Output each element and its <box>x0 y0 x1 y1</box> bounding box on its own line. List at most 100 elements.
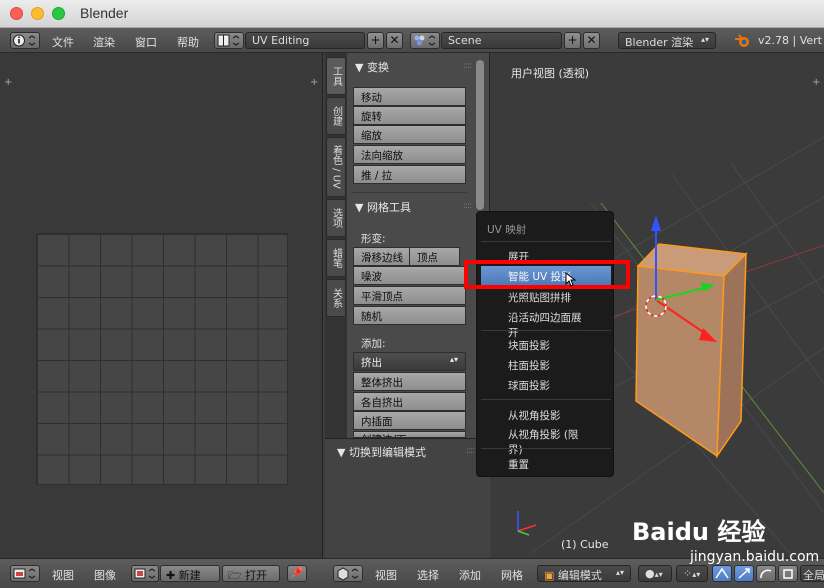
tab-tools[interactable]: 工具 <box>326 57 346 95</box>
smooth-vertex-button[interactable]: 平滑顶点 <box>353 286 466 305</box>
image-browse-button[interactable] <box>131 565 159 582</box>
move-button[interactable]: 移动 <box>353 87 466 106</box>
open-image-button[interactable]: 🗁 打开 <box>222 565 280 582</box>
3d-menu-add[interactable]: 添加 <box>459 567 481 583</box>
scale-button[interactable]: 缩放 <box>353 125 466 144</box>
push-pull-button[interactable]: 推 / 拉 <box>353 165 466 184</box>
rotate-button[interactable]: 旋转 <box>353 106 466 125</box>
randomize-button[interactable]: 随机 <box>353 306 466 325</box>
extrude-region-button[interactable]: 整体挤出 <box>353 372 466 391</box>
minimize-window-button[interactable] <box>31 7 44 20</box>
3d-menu-select[interactable]: 选择 <box>417 567 439 583</box>
info-icon <box>13 34 36 47</box>
mesh-tools-panel-header[interactable]: ▼ 网格工具 <box>355 199 411 215</box>
transform-orientation-label: 全局 <box>803 569 824 582</box>
uv-menu-image[interactable]: 图像 <box>94 567 116 583</box>
manipulator-icon <box>715 567 729 579</box>
menu-item-reset[interactable]: 重置 <box>481 454 611 473</box>
uv-image-editor[interactable]: + + <box>0 53 323 558</box>
3d-menu-view[interactable]: 视图 <box>375 567 397 583</box>
image-browse-icon <box>134 568 156 579</box>
interaction-mode-dropdown[interactable]: ▣ 编辑模式 ▴▾ <box>537 565 631 582</box>
screen-layout-field[interactable]: UV Editing <box>245 32 365 49</box>
pin-icon: 📌 <box>290 566 304 579</box>
scene-icon-button[interactable] <box>410 32 440 49</box>
render-engine-dropdown[interactable]: Blender 渲染 ▴▾ <box>618 32 716 49</box>
vertex-slide-button[interactable]: 顶点 <box>409 247 460 266</box>
screen-layout-icon-button[interactable] <box>214 32 244 49</box>
menu-item-cube-projection[interactable]: 块面投影 <box>481 335 611 354</box>
panel-grip-icon[interactable]: :::: <box>463 201 472 211</box>
new-image-button[interactable]: ✚ 新建 <box>160 565 220 582</box>
menu-item-lightmap-pack[interactable]: 光照贴图拼排 <box>481 287 611 306</box>
panel-grip-icon[interactable]: :::: <box>466 446 475 456</box>
tool-shelf: ▼ 变换 :::: 移动 旋转 缩放 法向缩放 推 / 拉 ▼ 网格工具 :::… <box>347 53 490 438</box>
menu-item-cylinder-projection[interactable]: 柱面投影 <box>481 355 611 374</box>
menu-help[interactable]: 帮助 <box>177 34 199 50</box>
region-plus-icon[interactable]: + <box>4 77 12 88</box>
panel-grip-icon[interactable]: :::: <box>463 61 472 71</box>
operator-panel-header[interactable]: ▼ 切换到编辑模式 <box>337 444 426 460</box>
tab-relations[interactable]: 关系 <box>326 279 346 317</box>
add-scene-button[interactable]: + <box>564 32 581 49</box>
shrink-fatten-button[interactable]: 法向缩放 <box>353 145 466 164</box>
transform-orientation-dropdown[interactable]: 全局 <box>800 565 824 582</box>
solid-shading-icon: ● <box>645 567 655 580</box>
region-plus-icon[interactable]: + <box>310 77 318 88</box>
3d-view-type-button[interactable] <box>333 565 363 582</box>
pivot-point-dropdown[interactable]: ⁘▴▾ <box>676 565 708 582</box>
updown-icon: ▴▾ <box>692 570 701 579</box>
menu-item-project-from-view-bounds[interactable]: 从视角投影 (限界) <box>481 424 611 456</box>
scale-manipulator-button[interactable] <box>778 565 798 582</box>
last-operator-panel: ▼ 切换到编辑模式 :::: <box>325 438 490 558</box>
delete-scene-button[interactable]: ✕ <box>583 32 600 49</box>
edge-slide-button[interactable]: 滑移边线 <box>353 247 415 266</box>
pin-button[interactable]: 📌 <box>287 565 307 582</box>
toolshelf-tabs: 工具 创建 着色 / UV 选项 蜡笔 关系 <box>325 53 347 438</box>
delete-screen-button[interactable]: ✕ <box>386 32 403 49</box>
open-image-label: 打开 <box>245 569 268 582</box>
extrude-dropdown[interactable]: 挤出 ▴▾ <box>353 352 466 371</box>
image-editor-type-button[interactable] <box>10 565 40 582</box>
z-arrow-icon[interactable] <box>651 215 661 231</box>
tab-options[interactable]: 选项 <box>326 199 346 237</box>
manipulator-toggle[interactable] <box>712 565 732 582</box>
menu-separator <box>481 399 611 400</box>
toolshelf-scrollbar[interactable] <box>476 60 484 210</box>
uv-menu-view[interactable]: 视图 <box>52 567 74 583</box>
noise-button[interactable]: 噪波 <box>353 266 466 285</box>
plus-icon: ✚ <box>166 569 176 582</box>
inset-faces-button[interactable]: 内插面 <box>353 411 466 430</box>
scene-field[interactable]: Scene <box>441 32 562 49</box>
blender-logo-icon <box>735 34 749 47</box>
translate-manipulator-button[interactable] <box>734 565 754 582</box>
uv-menu-title: UV 映射 <box>487 224 527 236</box>
menu-separator <box>481 330 611 331</box>
uv-grid[interactable] <box>36 233 288 485</box>
tab-grease-pencil[interactable]: 蜡笔 <box>326 239 346 277</box>
3d-menu-mesh[interactable]: 网格 <box>501 567 523 583</box>
menu-item-sphere-projection[interactable]: 球面投影 <box>481 375 611 394</box>
close-window-button[interactable] <box>10 7 23 20</box>
menu-render[interactable]: 渲染 <box>93 34 115 50</box>
viewport-shading-dropdown[interactable]: ●▴▾ <box>638 565 672 582</box>
rotate-manipulator-button[interactable] <box>756 565 776 582</box>
add-screen-button[interactable]: + <box>367 32 384 49</box>
menu-window[interactable]: 窗口 <box>135 34 157 50</box>
menu-separator <box>481 241 611 242</box>
menu-item-follow-active-quads[interactable]: 沿活动四边面展开 <box>481 307 611 339</box>
menu-item-project-from-view[interactable]: 从视角投影 <box>481 405 611 424</box>
menu-file[interactable]: 文件 <box>52 34 74 50</box>
make-edge-face-button[interactable]: 创建边/面 <box>353 431 466 438</box>
updown-icon: ▴▾ <box>615 568 624 577</box>
tab-create[interactable]: 创建 <box>326 97 346 135</box>
transform-panel-header[interactable]: ▼ 变换 <box>355 59 389 75</box>
transform-panel-title: 变换 <box>366 61 389 74</box>
version-info: v2.78 | Vert <box>758 34 822 47</box>
maximize-window-button[interactable] <box>52 7 65 20</box>
edit-mode-icon: ▣ <box>544 569 555 582</box>
region-plus-icon[interactable]: + <box>812 77 820 88</box>
extrude-individual-button[interactable]: 各自挤出 <box>353 392 466 411</box>
tab-shading-uv[interactable]: 着色 / UV <box>326 137 346 197</box>
editor-type-info-button[interactable] <box>10 32 40 49</box>
